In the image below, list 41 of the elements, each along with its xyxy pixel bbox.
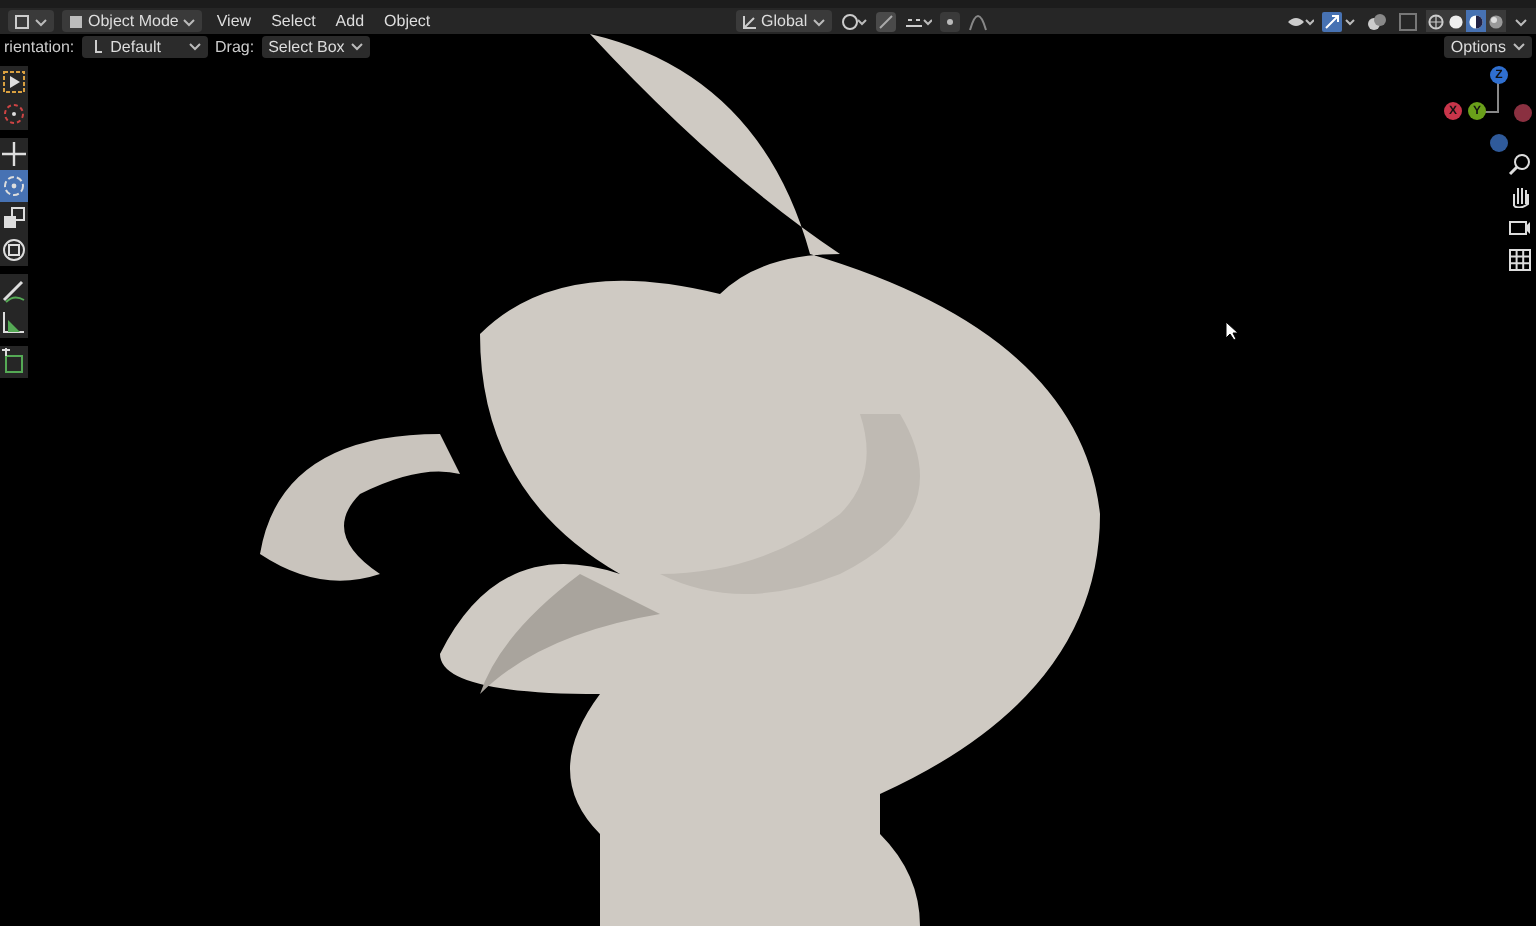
menu-item[interactable]: Object [378,12,437,30]
add-tool[interactable] [0,346,28,378]
caret-icon [350,40,365,52]
pivot-icon[interactable] [839,11,868,31]
camera-icon[interactable] [1508,216,1532,240]
caret-icon [34,15,48,27]
menu-item[interactable]: Select [265,12,322,30]
move-tool[interactable] [0,138,28,170]
shading-mode-button[interactable] [1466,10,1486,32]
editor-type-button[interactable] [8,10,54,32]
overlays-icon[interactable] [1366,11,1390,31]
xray-icon[interactable] [1398,11,1418,31]
falloff-curve-icon[interactable] [967,11,988,31]
zoom-icon[interactable] [1508,152,1532,176]
select-tool[interactable] [0,66,28,98]
grid-icon[interactable] [1508,248,1532,272]
options-dropdown[interactable]: Options [1444,35,1532,57]
mode-dropdown[interactable]: Object Mode [62,10,203,32]
gizmo-toggle-icon[interactable] [1322,11,1358,31]
transform-orientation-dropdown[interactable]: Default [82,35,207,57]
drag-label: Drag: [215,37,255,55]
menu-item[interactable]: Add [329,12,371,30]
orientation-dropdown[interactable]: Global [735,10,832,32]
proportional-edit-icon[interactable] [939,11,960,31]
cube-icon [68,13,84,29]
viewport-icon [14,13,30,29]
axes-icon [741,13,758,29]
transform-tool[interactable] [0,234,28,266]
shading-mode-button[interactable] [1446,10,1466,32]
rotate-tool[interactable] [0,170,28,202]
scale-tool[interactable] [0,202,28,234]
orientation-label: rientation: [4,37,75,55]
snap-icon[interactable] [875,11,896,31]
measure-tool[interactable] [0,306,28,338]
drag-dropdown[interactable]: Select Box [262,35,371,57]
menu-item[interactable]: View [210,12,258,30]
mouse-pointer-icon [1224,320,1240,342]
caret-icon [811,15,826,27]
shading-mode-button[interactable] [1426,10,1446,32]
hand-icon[interactable] [1508,184,1532,208]
shading-mode-button[interactable] [1486,10,1506,32]
